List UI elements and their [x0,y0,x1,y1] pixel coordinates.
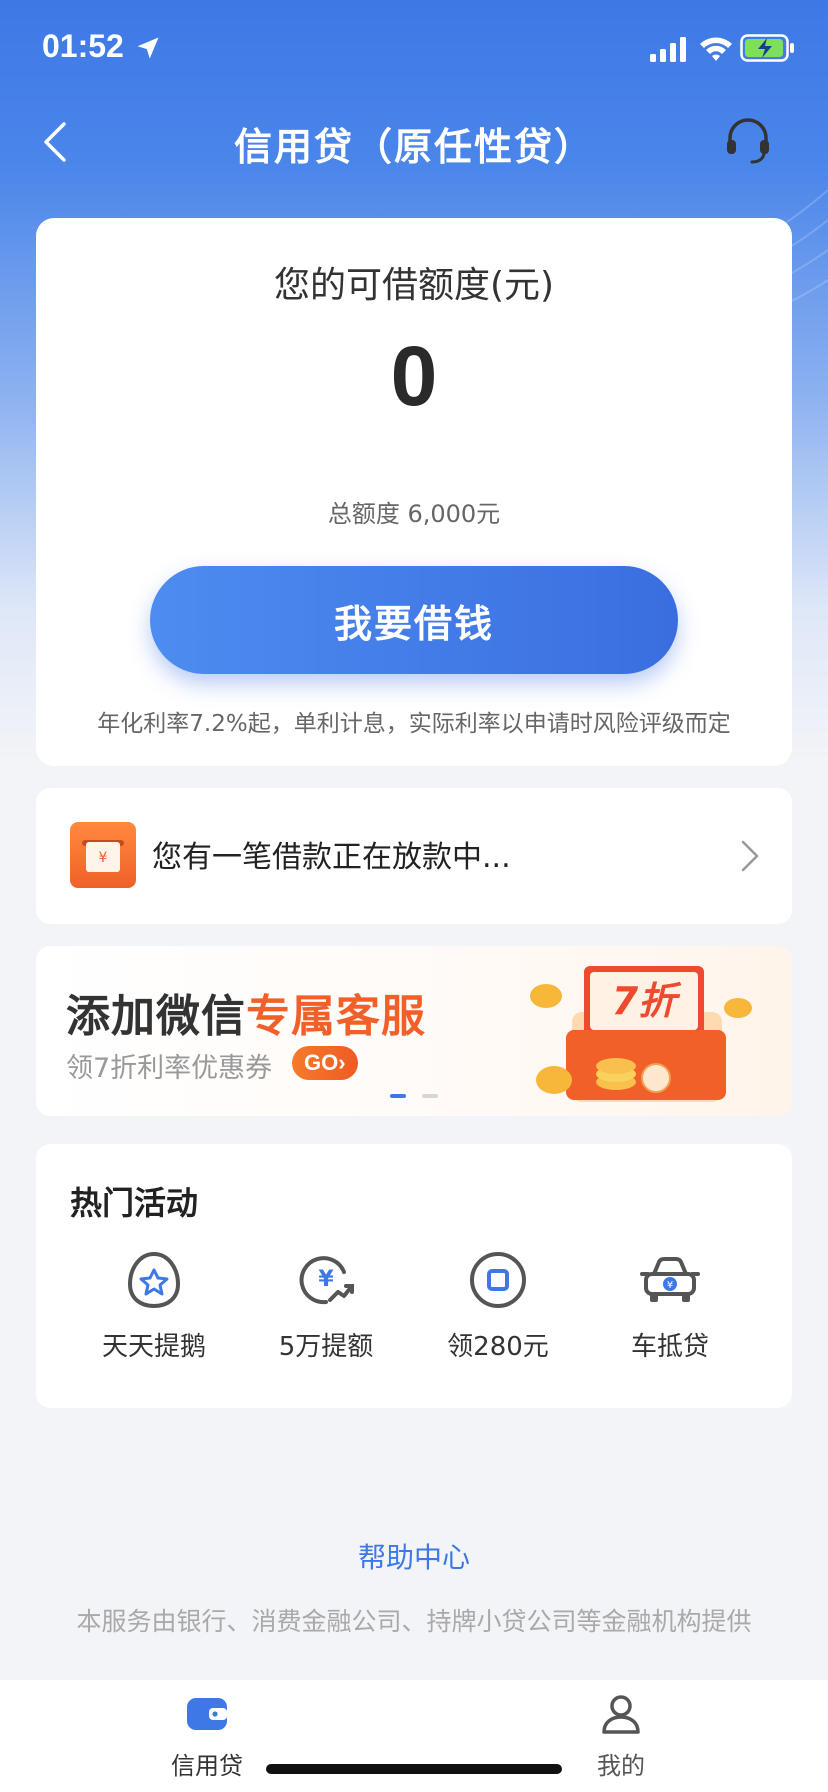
navigation-bar: 信用贷（原任性贷） [0,100,828,200]
banner-discount-badge: 7折 [612,979,682,1023]
banner-title-prefix: 添加微信 [66,991,246,1042]
activity-claim-280[interactable]: 领280元 [412,1250,584,1370]
banner-go-button[interactable]: GO› [292,1046,358,1080]
banner-subtitle: 领7折利率优惠券 [66,1053,273,1084]
svg-text:¥: ¥ [667,1280,673,1291]
page-title: 信用贷（原任性贷） [233,125,594,169]
section-title: 热门活动 [70,1184,199,1222]
carousel-dot-active[interactable] [390,1094,406,1098]
car-icon: ¥ [640,1257,700,1302]
wallet-icon [187,1698,227,1730]
status-bar: 01:52 [0,0,828,100]
notice-text: 您有一笔借款正在放款中... [152,840,511,875]
credit-limit-label: 您的可借额度(元) [273,265,555,306]
service-disclaimer: 本服务由银行、消费金融公司、持牌小贷公司等金融机构提供 [76,1607,752,1636]
available-credit-amount: 0 [390,329,438,423]
home-indicator[interactable] [266,1764,562,1774]
loan-envelope-icon: ¥ [70,822,136,888]
svg-text:¥: ¥ [99,850,108,866]
wechat-service-banner[interactable]: 添加微信专属客服 领7折利率优惠券 GO› 7折 [36,946,792,1116]
banner-title-highlight: 专属客服 [246,991,426,1042]
location-arrow-icon [137,37,159,59]
star-badge-icon [127,1251,181,1309]
activity-label: 5万提额 [278,1332,374,1362]
total-limit-text: 总额度 6,000元 [327,500,501,528]
yuan-growth-icon: ¥ [299,1256,354,1305]
tab-label: 信用贷 [171,1752,243,1780]
help-center-link[interactable]: 帮助中心 [0,1536,828,1576]
activity-label: 天天提鹅 [101,1332,206,1362]
carousel-dot[interactable] [422,1094,438,1098]
activity-label: 领280元 [447,1332,549,1362]
credit-limit-card: 您的可借额度(元) 0 总额度 6,000元 我要借钱 年化利率7.2%起，单利… [36,218,792,766]
chevron-right-icon [741,840,759,872]
tab-mine[interactable]: 我的 [541,1690,701,1790]
cellular-signal-icon [650,37,686,62]
svg-text:¥: ¥ [318,1267,334,1292]
activity-car-loan[interactable]: ¥ 车抵贷 [584,1250,756,1370]
tab-credit-loan[interactable]: 信用贷 [127,1690,287,1790]
activity-limit-raise[interactable]: ¥ 5万提额 [240,1250,412,1370]
activity-daily-goose[interactable]: 天天提鹅 [68,1250,240,1370]
status-time: 01:52 [42,28,124,64]
hot-activities-section: 热门活动 天天提鹅 ¥ 5万提额 领280元 ¥ 车抵贷 [36,1144,792,1408]
loan-disbursing-notice[interactable]: ¥ 您有一笔借款正在放款中... [36,788,792,924]
customer-service-headset-icon[interactable] [722,114,774,166]
wifi-icon [700,37,732,61]
coupon-gift-illustration: 7折 [530,966,752,1102]
battery-charging-icon [740,34,794,62]
coupon-icon [470,1252,526,1308]
tab-label: 我的 [597,1752,645,1780]
borrow-money-button[interactable]: 我要借钱 [150,566,678,674]
interest-rate-note: 年化利率7.2%起，单利计息，实际利率以申请时风险评级而定 [97,711,731,737]
activity-label: 车抵贷 [630,1332,709,1362]
bottom-tab-bar: 信用贷 我的 [0,1680,828,1792]
banner-title: 添加微信专属客服 [66,980,426,1044]
user-profile-icon [602,1695,640,1734]
